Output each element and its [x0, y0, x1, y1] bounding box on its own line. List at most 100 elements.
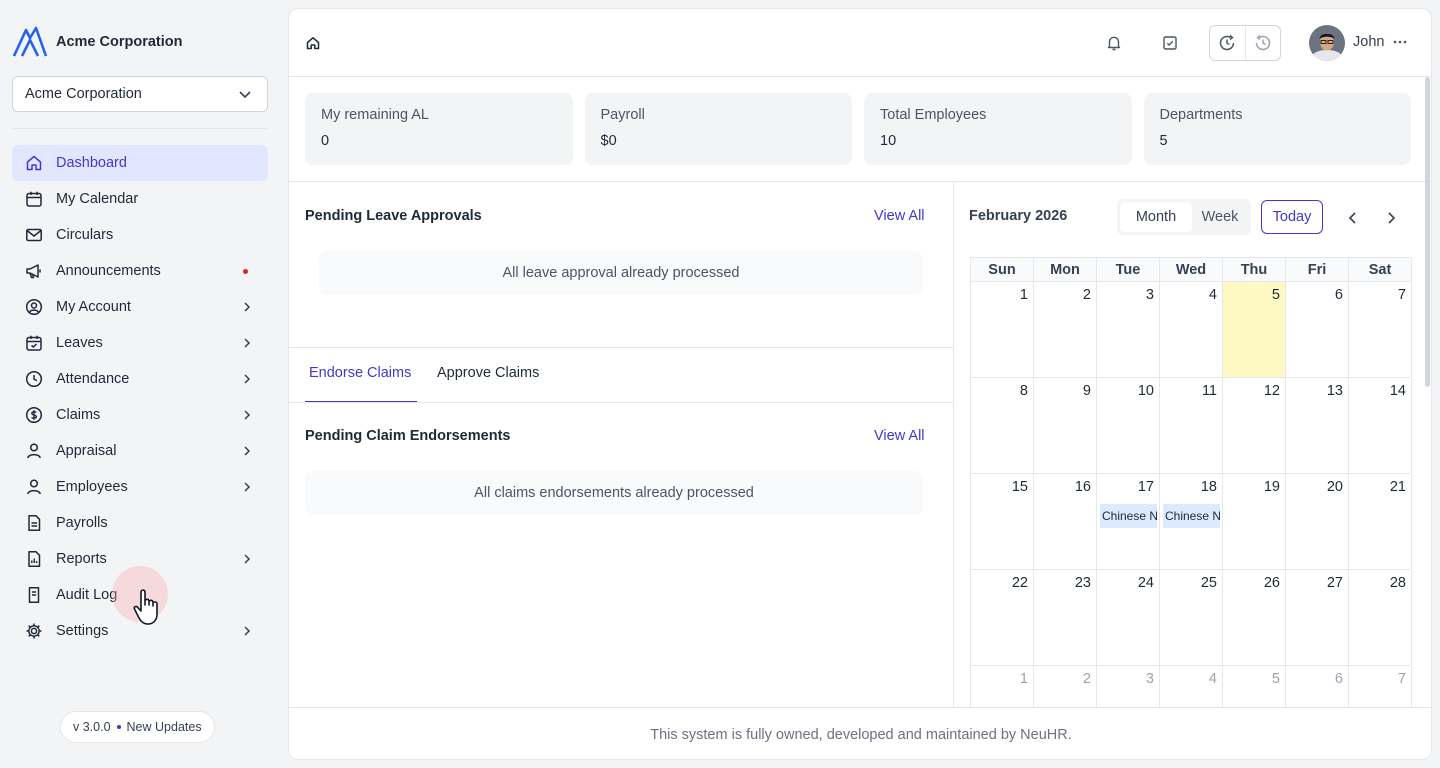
calendar-day-number: 6	[1334, 671, 1343, 687]
calendar-day[interactable]: 6	[1286, 282, 1349, 377]
calendar-day[interactable]: 28	[1349, 570, 1412, 665]
chevron-right-icon	[244, 554, 251, 564]
stat-card-label: My remaining AL	[321, 107, 429, 123]
footer-text: This system is fully owned, developed an…	[650, 726, 1072, 743]
sidebar-item-claims[interactable]: Claims	[12, 397, 268, 433]
calendar-day-number: 8	[1019, 383, 1028, 399]
calendar-day[interactable]: 7	[1349, 282, 1412, 377]
sidebar-item-label: Leaves	[56, 335, 103, 351]
scrollbar[interactable]	[1425, 77, 1430, 387]
calendar-day-number: 25	[1200, 575, 1217, 591]
calendar-day-number: 20	[1326, 479, 1343, 495]
calendar-day[interactable]: 17 Chinese New Year	[1097, 474, 1160, 569]
calendar-day[interactable]: 18 Chinese New Year	[1160, 474, 1223, 569]
calendar-day[interactable]: 5	[1223, 282, 1286, 377]
sidebar-item-appraisal[interactable]: Appraisal	[12, 433, 268, 469]
weekday-label: Fri	[1286, 258, 1349, 281]
calendar-day[interactable]: 22	[971, 570, 1034, 665]
avatar[interactable]	[1309, 25, 1345, 61]
sidebar-item-announcements[interactable]: Announcements	[12, 253, 268, 289]
weekday-label: Sun	[971, 258, 1034, 281]
sidebar-item-payrolls[interactable]: Payrolls	[12, 505, 268, 541]
calendar-day[interactable]: 4	[1160, 282, 1223, 377]
tabs-divider	[289, 402, 953, 403]
home-icon[interactable]	[305, 35, 321, 51]
calendar-day[interactable]: 10	[1097, 378, 1160, 473]
calendar-day[interactable]: 12	[1223, 378, 1286, 473]
sidebar-item-my-account[interactable]: My Account	[12, 289, 268, 325]
section-divider	[289, 347, 953, 348]
calendar-day[interactable]: 16	[1034, 474, 1097, 569]
week-view-button[interactable]: Week	[1192, 202, 1248, 232]
calendar-day-number: 18	[1200, 479, 1217, 495]
sidebar-item-label: Payrolls	[56, 515, 108, 531]
sidebar-item-dashboard[interactable]: Dashboard	[12, 145, 268, 181]
version-badge[interactable]: v 3.0.0 New Updates	[60, 711, 215, 743]
stat-card-total-employees: Total Employees 10	[864, 93, 1132, 165]
calendar-day[interactable]: 8	[971, 378, 1034, 473]
chevron-right-icon[interactable]	[1383, 210, 1399, 226]
sidebar-item-attendance[interactable]: Attendance	[12, 361, 268, 397]
today-button[interactable]: Today	[1261, 200, 1323, 234]
calendar-day[interactable]: 23	[1034, 570, 1097, 665]
clock-in-out-group	[1209, 25, 1281, 61]
leave-view-all-link[interactable]: View All	[874, 208, 925, 224]
sidebar-item-label: Settings	[56, 623, 109, 639]
calendar-day[interactable]: 27	[1286, 570, 1349, 665]
calendar-day[interactable]: 2	[1034, 282, 1097, 377]
calendar-event[interactable]: Chinese New Year	[1163, 504, 1220, 528]
calendar-icon	[24, 189, 44, 209]
user-name[interactable]: John	[1353, 34, 1384, 50]
chevron-left-icon[interactable]	[1345, 210, 1361, 226]
more-horizontal-icon[interactable]	[1392, 34, 1408, 50]
sidebar-item-employees[interactable]: Employees	[12, 469, 268, 505]
chevron-right-icon	[244, 446, 251, 456]
report-icon	[24, 549, 44, 569]
pending-claim-title: Pending Claim Endorsements	[305, 428, 511, 444]
calendar-day[interactable]: 14	[1349, 378, 1412, 473]
task-check-icon[interactable]	[1161, 34, 1179, 52]
calendar-day[interactable]: 13	[1286, 378, 1349, 473]
month-view-button[interactable]: Month	[1120, 202, 1192, 232]
calendar-day[interactable]: 26	[1223, 570, 1286, 665]
calendar-day-number: 22	[1011, 575, 1028, 591]
clock-in-button[interactable]	[1210, 26, 1245, 60]
calendar-day[interactable]: 21	[1349, 474, 1412, 569]
calendar-day[interactable]: 20	[1286, 474, 1349, 569]
calendar-day[interactable]: 24	[1097, 570, 1160, 665]
calendar-day[interactable]: 25	[1160, 570, 1223, 665]
calendar-day-number: 11	[1201, 383, 1217, 399]
sidebar-item-my-calendar[interactable]: My Calendar	[12, 181, 268, 217]
bell-icon[interactable]	[1105, 34, 1123, 52]
clock-out-button[interactable]	[1244, 26, 1280, 60]
stat-card-remaining-al: My remaining AL 0	[305, 93, 573, 165]
calendar-day[interactable]: 15	[971, 474, 1034, 569]
calendar-day[interactable]: 11	[1160, 378, 1223, 473]
tab-approve-claims[interactable]: Approve Claims	[437, 365, 539, 381]
sidebar-item-circulars[interactable]: Circulars	[12, 217, 268, 253]
calendar-day-number: 17	[1137, 479, 1154, 495]
pending-leave-title: Pending Leave Approvals	[305, 208, 482, 224]
sidebar-item-label: Attendance	[56, 371, 130, 387]
tab-endorse-claims[interactable]: Endorse Claims	[309, 365, 411, 381]
calendar-day[interactable]: 19	[1223, 474, 1286, 569]
calendar-day-number: 6	[1334, 287, 1343, 303]
calendar-day[interactable]: 9	[1034, 378, 1097, 473]
calendar-week: 8 9 10 11 12 13 14	[971, 378, 1412, 474]
calendar-day-number: 2	[1082, 671, 1091, 687]
chevron-right-icon	[244, 482, 251, 492]
stat-card-value: 0	[321, 133, 330, 149]
calendar-day-number: 4	[1208, 287, 1217, 303]
calendar-day-number: 7	[1397, 287, 1406, 303]
calendar-day-number: 3	[1145, 671, 1154, 687]
calendar-day-number: 16	[1074, 479, 1091, 495]
claims-view-all-link[interactable]: View All	[874, 428, 925, 444]
calendar-day[interactable]: 1	[971, 282, 1034, 377]
organization-select[interactable]: Acme Corporation	[12, 76, 268, 112]
calendar-event[interactable]: Chinese New Year	[1100, 504, 1157, 528]
brand[interactable]: Acme Corporation	[12, 26, 183, 58]
calendar-day[interactable]: 3	[1097, 282, 1160, 377]
stat-card-departments: Departments 5	[1143, 93, 1411, 165]
sidebar-item-leaves[interactable]: Leaves	[12, 325, 268, 361]
calendar-day-number: 23	[1074, 575, 1091, 591]
